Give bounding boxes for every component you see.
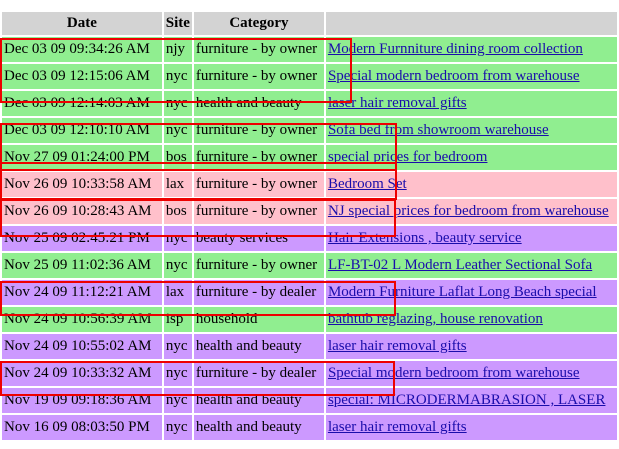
table-row: Nov 24 09 11:12:21 AM lax furniture - by d… (2, 280, 617, 305)
title-cell: special prices for bedroom (325, 145, 617, 170)
listing-link[interactable]: laser hair removal gifts (328, 338, 467, 354)
listing-link[interactable]: Special modern bedroom from warehouse (328, 68, 580, 84)
category-cell: household (193, 307, 324, 332)
title-cell: laser hair removal gifts (325, 415, 617, 440)
category-cell: health and beauty (193, 415, 324, 440)
title-cell: Special modern bedroom from warehouse (325, 64, 617, 89)
title-cell: LF-BT-02 L Modern Leather Sectional Sofa (325, 253, 617, 278)
listing-link[interactable]: Bedroom Set (328, 176, 407, 192)
category-cell: furniture - by owner (193, 145, 324, 170)
site-cell: nyc (163, 334, 192, 359)
table-row: Dec 03 09 09:34:26 AM njy furniture - by o… (2, 37, 617, 62)
category-cell: furniture - by dealer (193, 280, 324, 305)
category-cell: furniture - by owner (193, 118, 324, 143)
table-row: Nov 24 09 10:55:02 AM nyc health and beaut… (2, 334, 617, 359)
date-cell: Nov 19 09 09:18:36 AM (2, 388, 162, 413)
date-cell: Nov 16 09 08:03:50 PM (2, 415, 162, 440)
date-cell: Nov 26 09 10:33:58 AM (2, 172, 162, 197)
title-cell: NJ special prices for bedroom from wareh… (325, 199, 617, 224)
date-cell: Nov 24 09 11:12:21 AM (2, 280, 162, 305)
title-cell: laser hair removal gifts (325, 91, 617, 116)
header-title (325, 12, 617, 35)
date-cell: Nov 25 09 02:45:21 PM (2, 226, 162, 251)
listing-link[interactable]: special prices for bedroom (328, 149, 488, 165)
table-row: Nov 25 09 02:45:21 PM nyc beauty services H… (2, 226, 617, 251)
table-row: Nov 19 09 09:18:36 AM nyc health and beaut… (2, 388, 617, 413)
header-category: Category (193, 12, 324, 35)
date-cell: Nov 25 09 11:02:36 AM (2, 253, 162, 278)
table-row: Dec 03 09 12:14:03 AM nyc health and beaut… (2, 91, 617, 116)
site-cell: nyc (163, 415, 192, 440)
site-cell: nyc (163, 91, 192, 116)
site-cell: lax (163, 280, 192, 305)
title-cell: laser hair removal gifts (325, 334, 617, 359)
date-cell: Nov 24 09 10:33:32 AM (2, 361, 162, 386)
site-cell: nyc (163, 118, 192, 143)
date-cell: Dec 03 09 12:15:06 AM (2, 64, 162, 89)
title-cell: bathtub reglazing, house renovation (325, 307, 617, 332)
table-row: Nov 25 09 11:02:36 AM nyc furniture - by o… (2, 253, 617, 278)
category-cell: health and beauty (193, 334, 324, 359)
category-cell: beauty services (193, 226, 324, 251)
listing-link[interactable]: Modern Furnniture dining room collection (328, 41, 583, 57)
site-cell: isp (163, 307, 192, 332)
site-cell: njy (163, 37, 192, 62)
listing-link[interactable]: Sofa bed from showroom warehouse (328, 122, 549, 138)
date-cell: Nov 27 09 01:24:00 PM (2, 145, 162, 170)
title-cell: Modern Furnniture dining room collection (325, 37, 617, 62)
date-cell: Nov 26 09 10:28:43 AM (2, 199, 162, 224)
table-row: Nov 24 09 10:56:39 AM isp household bathtub… (2, 307, 617, 332)
listing-link[interactable]: Hair Extensions , beauty service (328, 230, 522, 246)
listing-link[interactable]: Modern Furniture Laflat Long Beach speci… (328, 284, 597, 300)
site-cell: nyc (163, 253, 192, 278)
date-cell: Nov 24 09 10:55:02 AM (2, 334, 162, 359)
listing-link[interactable]: LF-BT-02 L Modern Leather Sectional Sofa (328, 257, 592, 273)
category-cell: health and beauty (193, 388, 324, 413)
category-cell: furniture - by owner (193, 253, 324, 278)
header-date: Date (2, 12, 162, 35)
title-cell: Modern Furniture Laflat Long Beach speci… (325, 280, 617, 305)
date-cell: Nov 24 09 10:56:39 AM (2, 307, 162, 332)
site-cell: nyc (163, 361, 192, 386)
site-cell: nyc (163, 64, 192, 89)
listing-link[interactable]: laser hair removal gifts (328, 95, 467, 111)
category-cell: furniture - by owner (193, 37, 324, 62)
title-cell: Sofa bed from showroom warehouse (325, 118, 617, 143)
title-cell: special: MICRODERMABRASION , LASER (325, 388, 617, 413)
header-row: Date Site Category (2, 12, 617, 35)
table-row: Dec 03 09 12:10:10 AM nyc furniture - by o… (2, 118, 617, 143)
listing-link[interactable]: laser hair removal gifts (328, 419, 467, 435)
date-cell: Dec 03 09 09:34:26 AM (2, 37, 162, 62)
table-row: Nov 27 09 01:24:00 PM bos furniture - by o… (2, 145, 617, 170)
listing-link[interactable]: special: MICRODERMABRASION , LASER (328, 392, 606, 408)
title-cell: Hair Extensions , beauty service (325, 226, 617, 251)
site-cell: nyc (163, 388, 192, 413)
site-cell: bos (163, 145, 192, 170)
site-cell: bos (163, 199, 192, 224)
table-row: Nov 16 09 08:03:50 PM nyc health and beaut… (2, 415, 617, 440)
listing-link[interactable]: Special modern bedroom from warehouse (328, 365, 580, 381)
category-cell: furniture - by dealer (193, 361, 324, 386)
table-row: Dec 03 09 12:15:06 AM nyc furniture - by o… (2, 64, 617, 89)
site-cell: nyc (163, 226, 192, 251)
category-cell: furniture - by owner (193, 64, 324, 89)
listing-link[interactable]: bathtub reglazing, house renovation (328, 311, 543, 327)
date-cell: Dec 03 09 12:10:10 AM (2, 118, 162, 143)
title-cell: Special modern bedroom from warehouse (325, 361, 617, 386)
title-cell: Bedroom Set (325, 172, 617, 197)
table-row: Nov 26 09 10:28:43 AM bos furniture - by o… (2, 199, 617, 224)
category-cell: furniture - by owner (193, 199, 324, 224)
header-site: Site (163, 12, 192, 35)
table-row: Nov 26 09 10:33:58 AM lax furniture - by o… (2, 172, 617, 197)
listing-link[interactable]: NJ special prices for bedroom from wareh… (328, 203, 609, 219)
listings-table: Date Site Category Dec 03 09 09:34:26 AM… (0, 10, 619, 442)
category-cell: health and beauty (193, 91, 324, 116)
site-cell: lax (163, 172, 192, 197)
date-cell: Dec 03 09 12:14:03 AM (2, 91, 162, 116)
category-cell: furniture - by owner (193, 172, 324, 197)
table-row: Nov 24 09 10:33:32 AM nyc furniture - by d… (2, 361, 617, 386)
